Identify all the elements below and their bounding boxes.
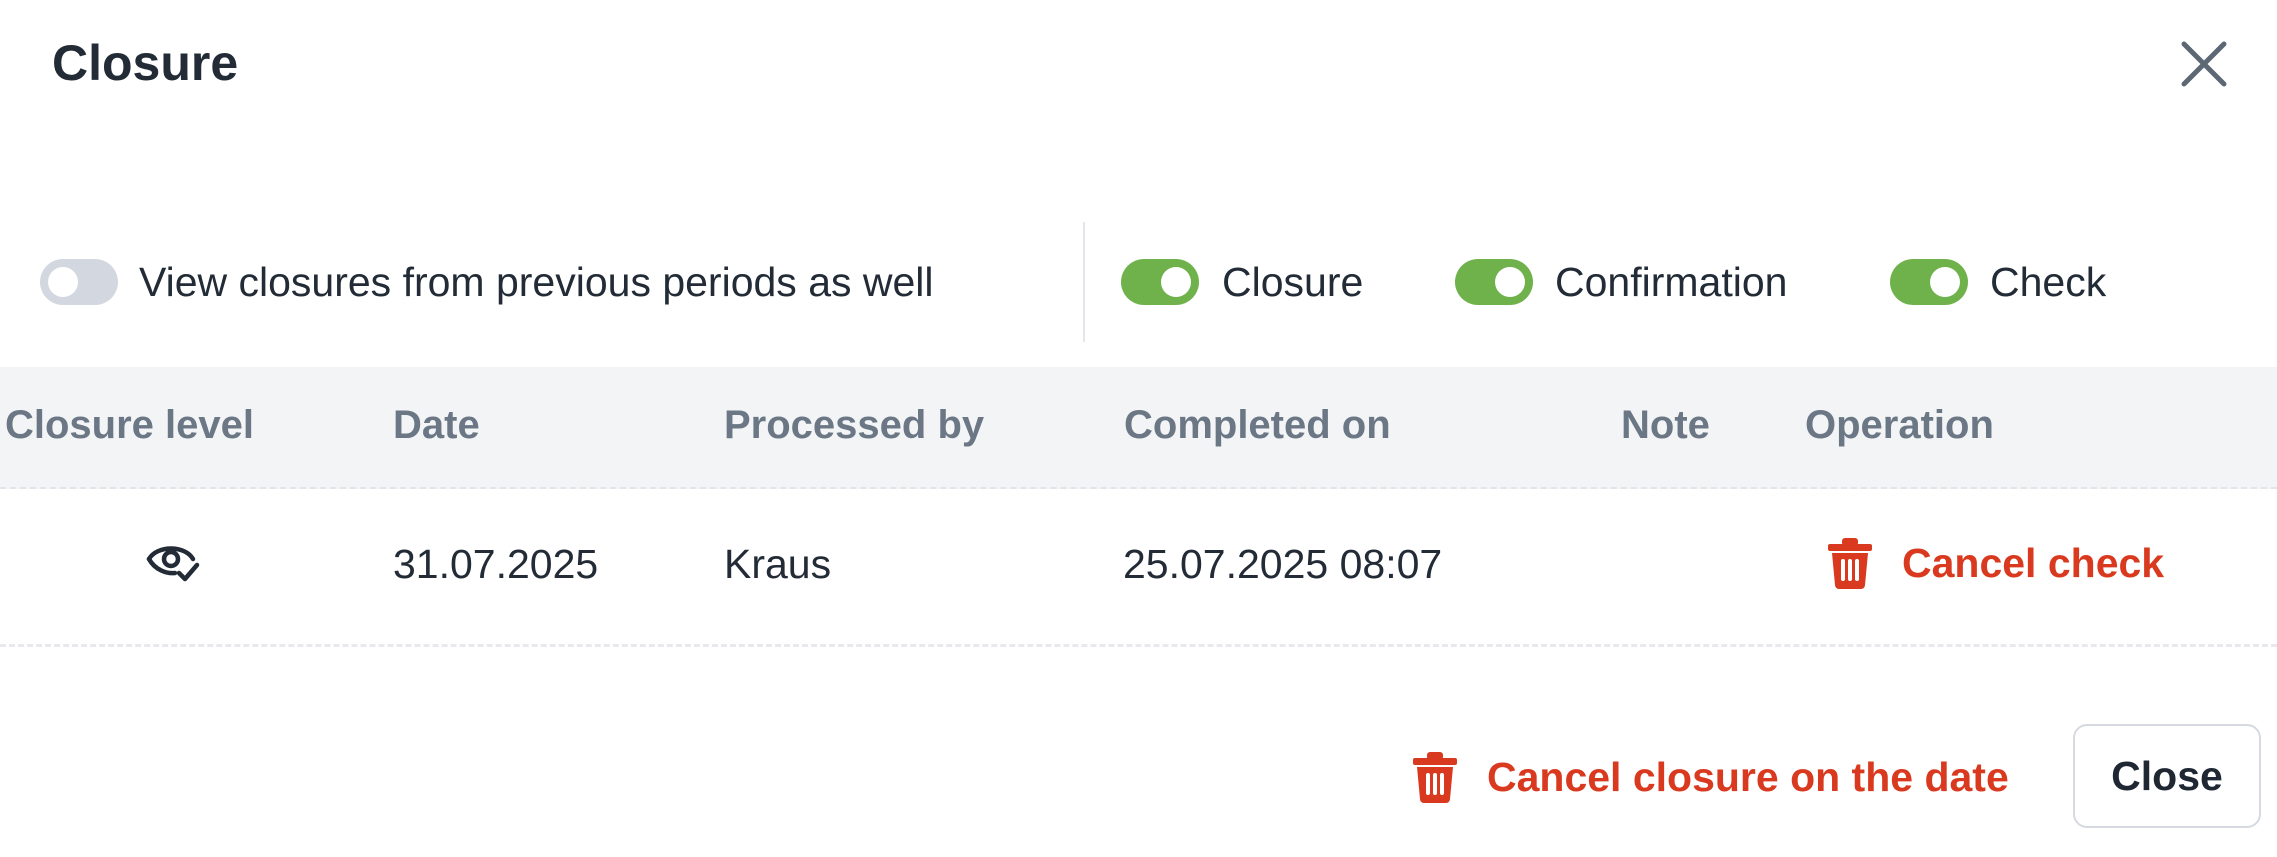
cell-date: 31.07.2025 bbox=[393, 541, 599, 587]
closure-toggle-label: Closure bbox=[1222, 259, 1364, 305]
eye-check-icon[interactable] bbox=[145, 533, 201, 589]
cell-completed-on: 25.07.2025 08:07 bbox=[1123, 541, 1443, 587]
check-toggle[interactable] bbox=[1890, 259, 1968, 305]
close-button[interactable]: Close bbox=[2073, 724, 2261, 828]
column-header-note[interactable]: Note bbox=[1621, 403, 1710, 448]
table-header: Closure level Date Processed by Complete… bbox=[0, 367, 2277, 489]
previous-periods-toggle[interactable] bbox=[40, 259, 118, 305]
cancel-closure-label: Cancel closure on the date bbox=[1487, 753, 2009, 800]
cell-processed-by: Kraus bbox=[724, 541, 832, 587]
cancel-check-label: Cancel check bbox=[1902, 539, 2165, 586]
column-header-operation[interactable]: Operation bbox=[1805, 403, 1994, 448]
trash-icon bbox=[1828, 538, 1872, 589]
filter-divider bbox=[1083, 222, 1085, 342]
confirmation-toggle[interactable] bbox=[1455, 259, 1533, 305]
confirmation-toggle-label: Confirmation bbox=[1555, 259, 1788, 305]
filter-bar: View closures from previous periods as w… bbox=[0, 222, 2277, 342]
previous-periods-label: View closures from previous periods as w… bbox=[139, 259, 934, 305]
cancel-check-button[interactable]: Cancel check bbox=[1826, 537, 2164, 589]
column-header-closure-level[interactable]: Closure level bbox=[5, 403, 254, 448]
column-header-completed-on[interactable]: Completed on bbox=[1124, 403, 1391, 448]
check-toggle-label: Check bbox=[1990, 259, 2107, 305]
closure-toggle[interactable] bbox=[1121, 259, 1199, 305]
cancel-closure-button[interactable]: Cancel closure on the date bbox=[1411, 751, 2009, 803]
dialog-title: Closure bbox=[52, 35, 239, 91]
close-icon[interactable] bbox=[2176, 36, 2232, 92]
column-header-date[interactable]: Date bbox=[393, 403, 480, 448]
trash-icon bbox=[1413, 752, 1457, 803]
table-row: 31.07.2025 Kraus 25.07.2025 08:07 Cancel… bbox=[0, 489, 2277, 647]
column-header-processed-by[interactable]: Processed by bbox=[724, 403, 984, 448]
